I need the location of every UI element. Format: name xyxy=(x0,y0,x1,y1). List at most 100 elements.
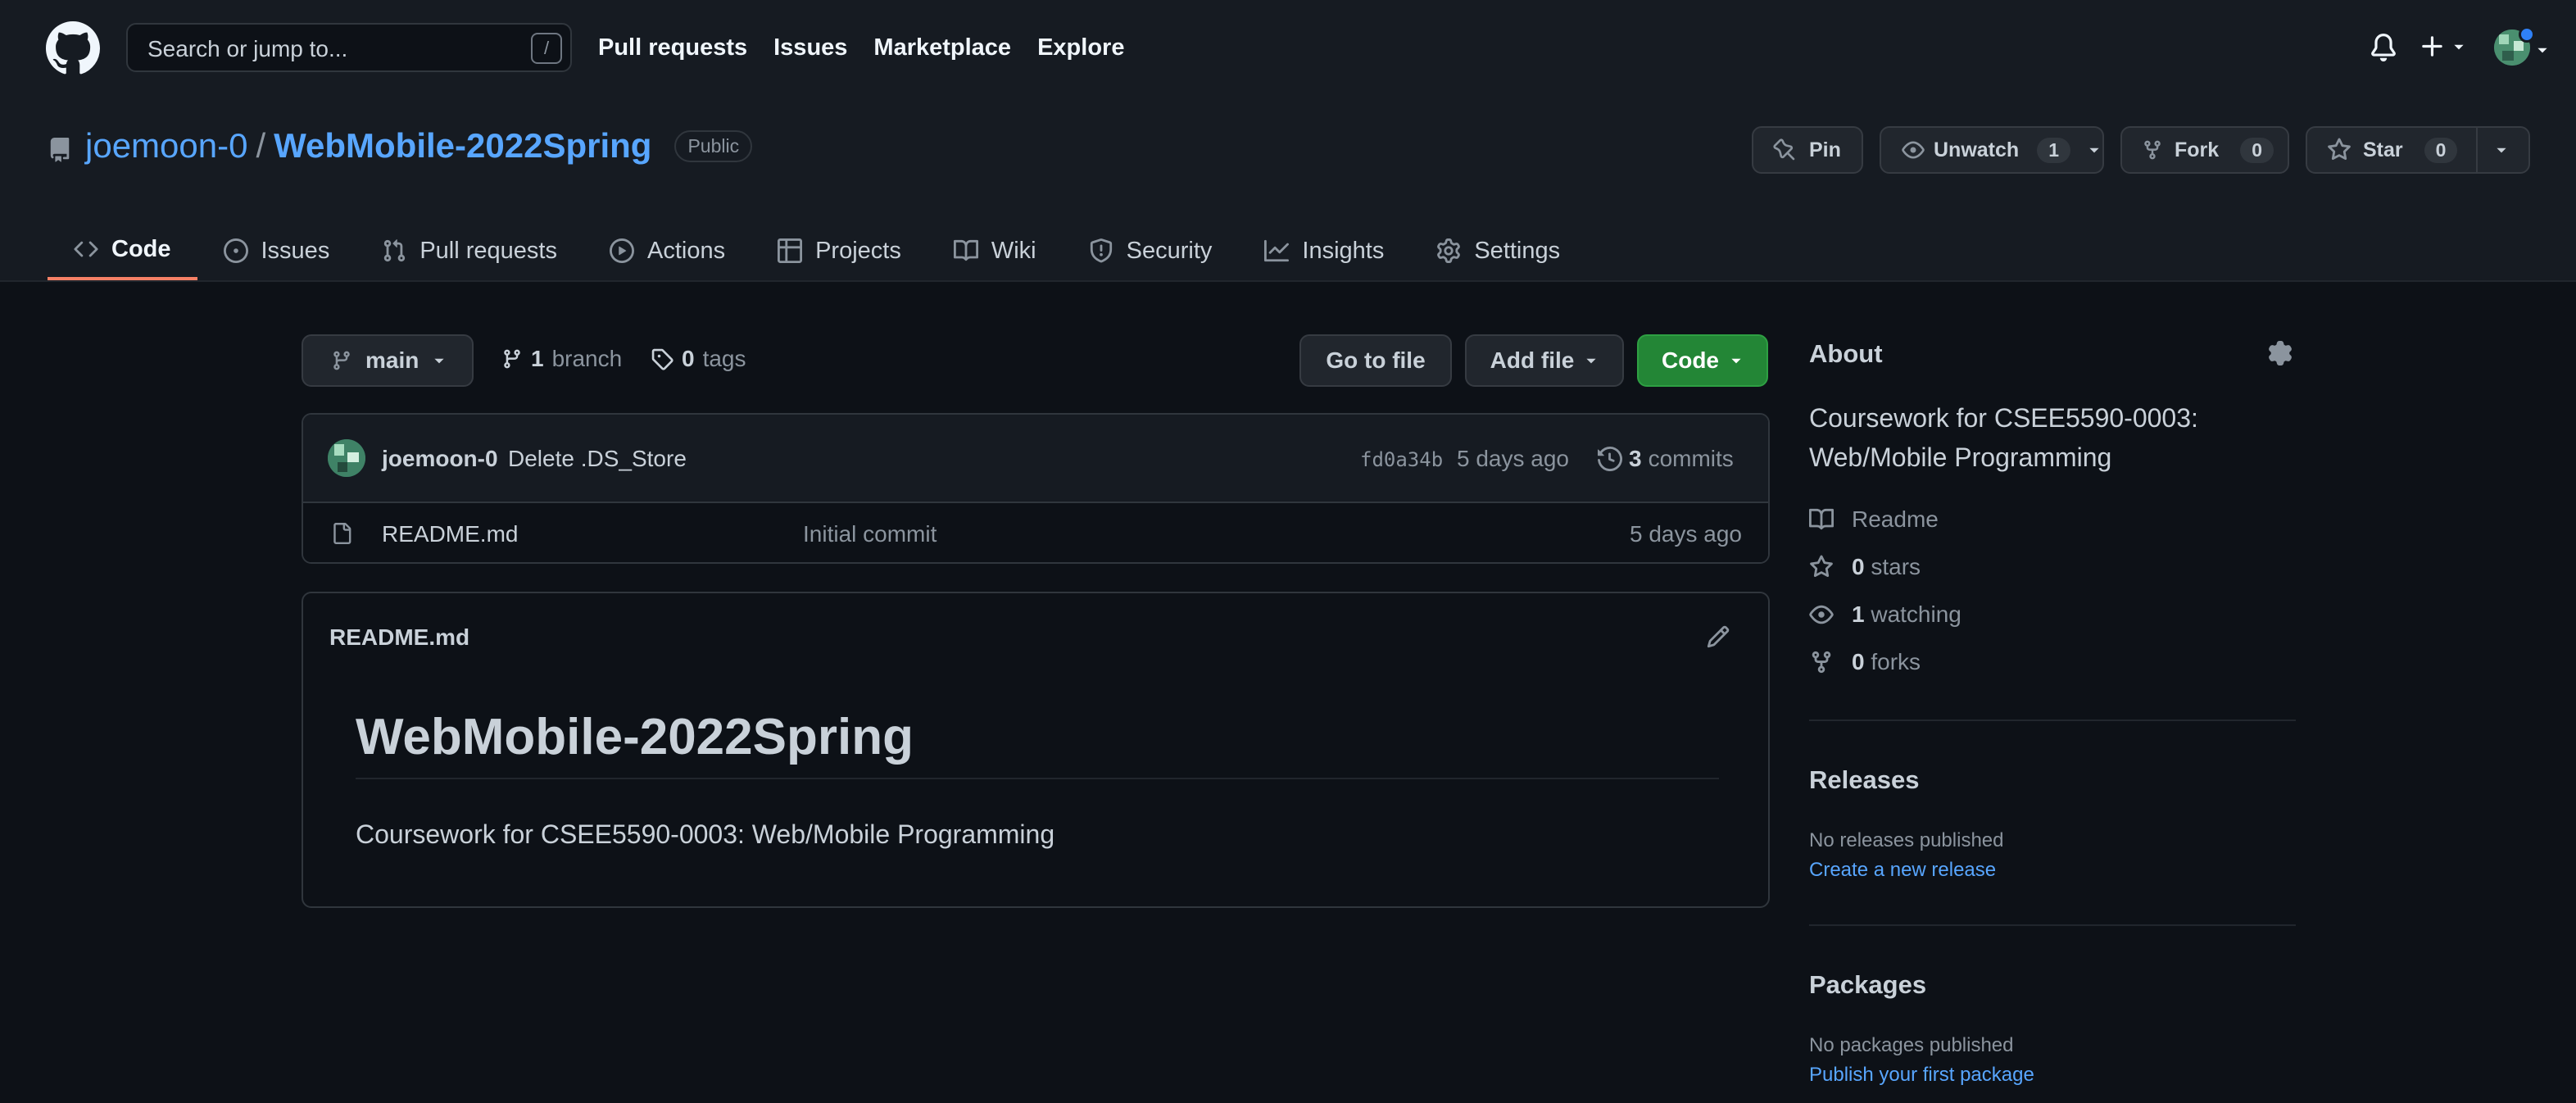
tab-projects[interactable]: Projects xyxy=(751,221,927,280)
search-input[interactable]: Search or jump to... / xyxy=(126,23,572,72)
fork-count: 0 xyxy=(2240,137,2274,163)
star-button[interactable]: Star 0 xyxy=(2306,126,2530,174)
tab-insights[interactable]: Insights xyxy=(1238,221,1410,280)
star-count: 0 xyxy=(2424,137,2458,163)
tab-issues[interactable]: Issues xyxy=(197,221,356,280)
repo-owner-link[interactable]: joemoon-0 xyxy=(85,126,247,166)
commits-link[interactable]: 3 commits xyxy=(1598,446,1734,472)
sidebar-divider xyxy=(1809,924,2296,926)
commit-author-avatar[interactable] xyxy=(328,439,365,477)
nav-issues[interactable]: Issues xyxy=(773,34,847,61)
go-to-file-button[interactable]: Go to file xyxy=(1299,334,1452,387)
add-file-label: Add file xyxy=(1490,347,1575,373)
stars-link[interactable]: 0 stars xyxy=(1809,554,1921,580)
caret-down-icon[interactable] xyxy=(2535,43,2550,57)
sidebar-divider xyxy=(1809,719,2296,721)
tab-settings[interactable]: Settings xyxy=(1410,221,1586,280)
plus-icon xyxy=(2422,36,2442,57)
caret-down-icon xyxy=(1586,358,1596,364)
readme-heading: WebMobile-2022Spring xyxy=(356,708,1719,779)
eye-icon xyxy=(1902,141,1925,159)
branch-selector[interactable]: main xyxy=(302,334,474,387)
issue-icon xyxy=(223,238,248,263)
file-list: joemoon-0 Delete .DS_Store fd0a34b 5 day… xyxy=(302,413,1770,564)
commit-count: 3 xyxy=(1629,446,1642,471)
repo-name-link[interactable]: WebMobile-2022Spring xyxy=(274,126,651,166)
unwatch-button[interactable]: Unwatch 1 xyxy=(1880,126,2104,174)
book-icon xyxy=(1809,508,1834,530)
watching-label: watching xyxy=(1871,601,1961,627)
tab-code[interactable]: Code xyxy=(48,221,197,280)
tags-link[interactable]: 0 tags xyxy=(651,346,746,372)
gear-icon[interactable] xyxy=(2268,341,2293,365)
watchers-link[interactable]: 1 watching xyxy=(1809,601,1961,628)
tab-label: Issues xyxy=(261,237,330,264)
create-release-link[interactable]: Create a new release xyxy=(1809,859,1996,882)
star-icon xyxy=(2328,138,2351,161)
commit-sha[interactable]: fd0a34b xyxy=(1360,448,1443,471)
fork-label: Fork xyxy=(2175,138,2220,161)
caret-down-icon xyxy=(1731,358,1741,364)
forks-link[interactable]: 0 forks xyxy=(1809,649,1921,675)
publish-package-link[interactable]: Publish your first package xyxy=(1809,1064,2034,1087)
github-logo-icon[interactable] xyxy=(46,21,100,75)
tab-label: Settings xyxy=(1474,237,1561,264)
eye-icon xyxy=(1809,605,1834,624)
readme-link[interactable]: Readme xyxy=(1809,506,1939,533)
caret-down-icon xyxy=(2089,148,2099,153)
branches-link[interactable]: 1 branch xyxy=(501,346,622,372)
pin-label: Pin xyxy=(1809,138,1841,161)
file-name[interactable]: README.md xyxy=(382,521,518,547)
path-separator: / xyxy=(256,126,266,165)
commit-author[interactable]: joemoon-0 xyxy=(382,446,498,472)
readme-panel: README.md WebMobile-2022Spring Coursewor… xyxy=(302,592,1770,908)
code-button[interactable]: Code xyxy=(1637,334,1768,387)
caret-down-icon xyxy=(2454,44,2464,50)
unwatch-label: Unwatch xyxy=(1934,138,2020,161)
create-new-menu[interactable] xyxy=(2419,33,2466,61)
about-heading: About xyxy=(1809,339,1883,368)
nav-explore[interactable]: Explore xyxy=(1037,34,1124,61)
add-file-button[interactable]: Add file xyxy=(1465,334,1624,387)
tag-count-label: tags xyxy=(702,346,746,371)
releases-heading[interactable]: Releases xyxy=(1809,765,1919,795)
nav-marketplace[interactable]: Marketplace xyxy=(873,34,1011,61)
readme-filename[interactable]: README.md xyxy=(329,624,469,651)
packages-heading[interactable]: Packages xyxy=(1809,970,1926,1000)
repo-header: joemoon-0 / WebMobile-2022Spring Public … xyxy=(0,98,2576,282)
code-label: Code xyxy=(1662,347,1719,373)
tab-pull-requests[interactable]: Pull requests xyxy=(356,221,583,280)
play-icon xyxy=(609,238,634,263)
readme-body: Coursework for CSEE5590-0003: Web/Mobile… xyxy=(356,819,1055,849)
caret-down-icon[interactable] xyxy=(2494,143,2509,157)
releases-note: No releases published xyxy=(1809,829,2004,851)
about-description: Coursework for CSEE5590-0003: Web/Mobile… xyxy=(1809,403,2198,472)
forks-label: forks xyxy=(1871,649,1921,674)
forks-count: 0 xyxy=(1852,649,1865,674)
bell-icon[interactable] xyxy=(2370,33,2397,62)
tab-label: Projects xyxy=(815,237,901,264)
fork-button[interactable]: Fork 0 xyxy=(2120,126,2289,174)
notification-dot xyxy=(2519,26,2535,43)
global-nav: Pull requests Issues Marketplace Explore xyxy=(598,34,1124,61)
pin-button[interactable]: Pin xyxy=(1752,126,1863,174)
commit-message[interactable]: Delete .DS_Store xyxy=(508,446,687,472)
watch-count: 1 xyxy=(2037,137,2070,163)
tab-security[interactable]: Security xyxy=(1063,221,1239,280)
tab-label: Security xyxy=(1126,237,1213,264)
star-label: Star xyxy=(2363,138,2403,161)
fork-icon xyxy=(1812,651,1831,674)
caret-down-icon xyxy=(434,358,444,364)
tab-label: Actions xyxy=(646,237,726,264)
pencil-icon[interactable] xyxy=(1706,624,1730,649)
file-row[interactable]: README.md Initial commit 5 days ago xyxy=(303,503,1768,562)
branch-count-label: branch xyxy=(551,346,623,371)
file-commit-message[interactable]: Initial commit xyxy=(803,521,937,547)
tab-actions[interactable]: Actions xyxy=(583,221,751,280)
code-icon xyxy=(74,241,98,257)
branch-name: main xyxy=(365,347,420,373)
global-header: Search or jump to... / Pull requests Iss… xyxy=(0,0,2576,98)
go-to-file-label: Go to file xyxy=(1326,347,1426,373)
nav-pull-requests[interactable]: Pull requests xyxy=(598,34,747,61)
tab-wiki[interactable]: Wiki xyxy=(927,221,1063,280)
